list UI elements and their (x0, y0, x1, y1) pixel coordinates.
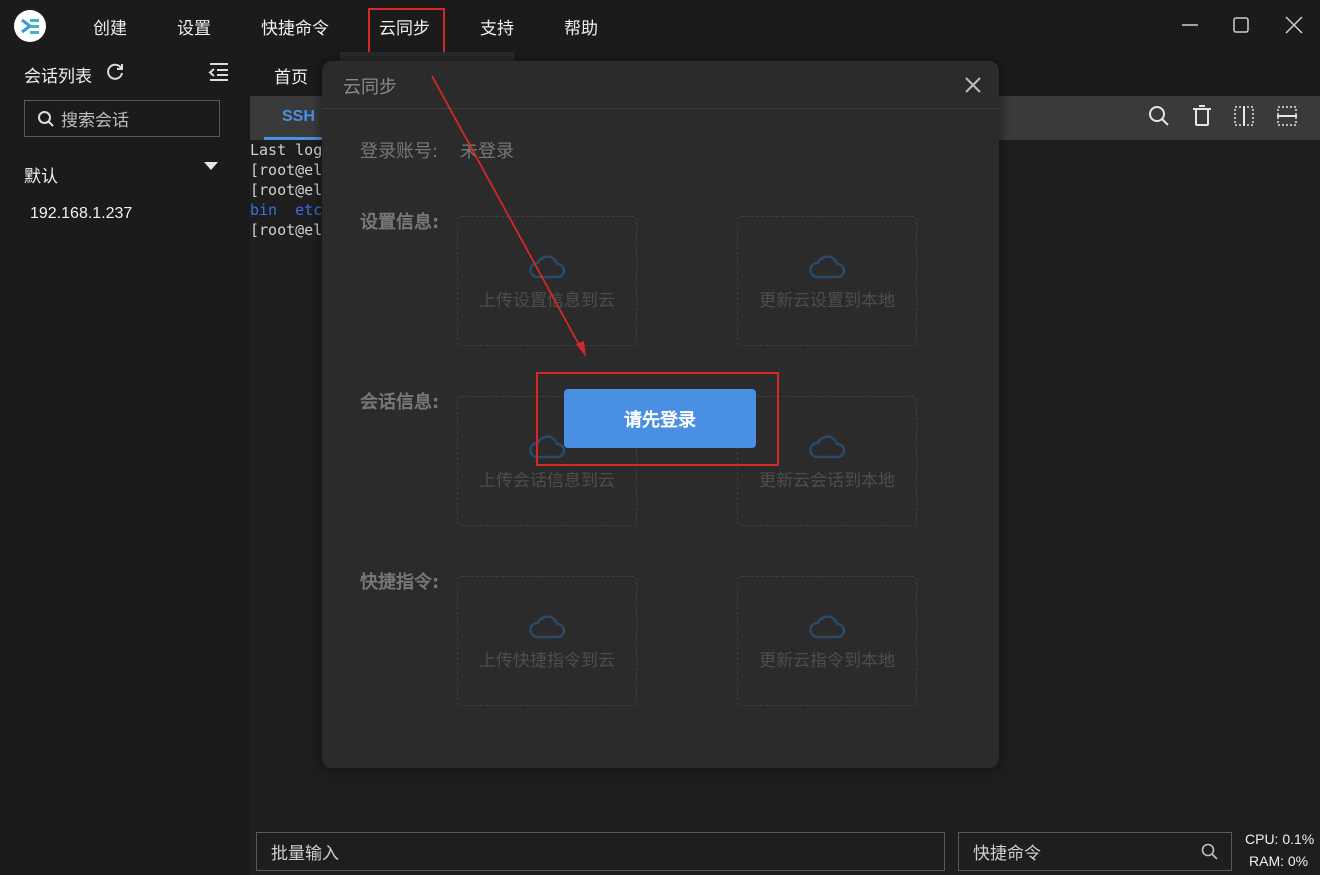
menu-help[interactable]: 帮助 (564, 14, 598, 39)
search-icon[interactable] (1146, 103, 1172, 129)
maximize-icon[interactable] (1228, 12, 1254, 38)
terminal-line: bin etc (250, 201, 323, 219)
tab-home[interactable]: 首页 (274, 63, 308, 88)
split-horizontal-icon[interactable] (1274, 103, 1300, 129)
tab-ssh[interactable]: SSH (282, 108, 315, 126)
card-label: 更新云设置到本地 (759, 290, 895, 311)
dialog-title: 云同步 (343, 77, 397, 98)
card-label: 更新云会话到本地 (759, 470, 895, 491)
minimize-icon[interactable] (1177, 12, 1203, 38)
dialog-divider (322, 108, 999, 109)
close-icon[interactable] (962, 74, 984, 96)
cloud-icon (807, 612, 847, 642)
refresh-icon[interactable] (104, 61, 126, 83)
cpu-usage: CPU: 0.1% (1245, 831, 1315, 847)
terminal-line: [root@el (250, 221, 323, 239)
card-label: 上传设置信息到云 (479, 290, 615, 311)
card-label: 上传快捷指令到云 (479, 650, 615, 671)
sidebar-title: 会话列表 (24, 67, 92, 87)
cloud-icon (807, 252, 847, 282)
account-value: 未登录 (460, 141, 514, 162)
session-item[interactable]: 192.168.1.237 (30, 205, 132, 223)
session-search-input[interactable]: 搜索会话 (24, 100, 220, 137)
section-label-quick-commands: 快捷指令: (360, 572, 440, 593)
annotation-box-login (536, 372, 779, 466)
card-label: 更新云指令到本地 (759, 650, 895, 671)
chevron-down-icon[interactable] (204, 162, 218, 170)
cloud-icon (807, 432, 847, 462)
collapse-sidebar-icon[interactable] (208, 61, 230, 83)
split-vertical-icon[interactable] (1231, 103, 1257, 129)
terminal-line: Last log (250, 141, 323, 159)
app-logo-icon (14, 10, 46, 42)
account-label: 登录账号: (360, 141, 439, 162)
session-search-placeholder: 搜索会话 (61, 111, 129, 131)
session-group-default[interactable]: 默认 (24, 162, 58, 187)
search-icon[interactable] (1200, 842, 1220, 862)
terminal-line: [root@el (250, 181, 323, 199)
section-label-settings: 设置信息: (360, 212, 440, 233)
upload-commands-card[interactable]: 上传快捷指令到云 (457, 576, 637, 706)
search-icon (38, 110, 54, 127)
annotation-box-cloud-sync (368, 8, 445, 55)
terminal-line: [root@el (250, 161, 323, 179)
close-window-icon[interactable] (1281, 12, 1307, 38)
cloud-icon (527, 252, 567, 282)
upload-settings-card[interactable]: 上传设置信息到云 (457, 216, 637, 346)
menu-support[interactable]: 支持 (480, 14, 514, 39)
menu-create[interactable]: 创建 (93, 14, 127, 39)
card-label: 上传会话信息到云 (479, 470, 615, 491)
batch-input[interactable]: 批量输入 (256, 832, 945, 871)
section-label-sessions: 会话信息: (360, 392, 440, 413)
menu-quick-commands[interactable]: 快捷命令 (261, 14, 329, 39)
menu-settings[interactable]: 设置 (177, 14, 211, 39)
trash-icon[interactable] (1189, 103, 1215, 129)
download-settings-card[interactable]: 更新云设置到本地 (737, 216, 917, 346)
cloud-icon (527, 612, 567, 642)
download-commands-card[interactable]: 更新云指令到本地 (737, 576, 917, 706)
ram-usage: RAM: 0% (1249, 853, 1309, 869)
quick-command-input[interactable]: 快捷命令 (958, 832, 1232, 871)
